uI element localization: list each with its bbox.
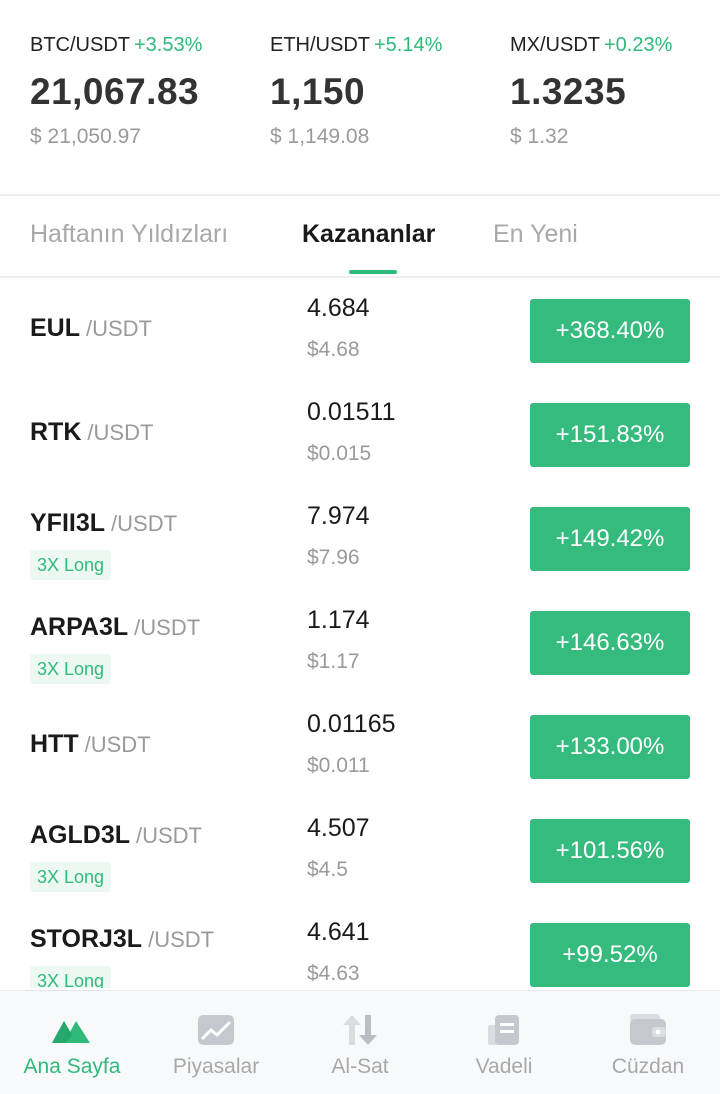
quote-asset: /USDT [87, 420, 154, 445]
pair-symbol: HTT/USDT [30, 730, 151, 759]
list-item[interactable]: AGLD3L/USDT 3X Long 4.507 $4.5 +101.56% [0, 800, 720, 904]
ticker-header: BTC/USDT +3.53% 21,067.83 $ 21,050.97 ETH… [0, 0, 720, 196]
list-item[interactable]: RTK/USDT 0.01511 $0.015 +151.83% [0, 384, 720, 488]
ticker-mx[interactable]: MX/USDT +0.23% 1.3235 $ 1.32 [510, 34, 720, 149]
change-percent-button[interactable]: +149.42% [530, 507, 690, 571]
ticker-change: +3.53% [134, 34, 203, 56]
last-price: 4.507 [307, 814, 370, 842]
list-item[interactable]: HTT/USDT 0.01165 $0.011 +133.00% [0, 696, 720, 800]
base-asset: ARPA3L [30, 613, 129, 641]
home-mountain-icon [52, 1021, 90, 1043]
base-asset: HTT [30, 730, 79, 758]
change-percent-button[interactable]: +101.56% [530, 819, 690, 883]
pair-symbol: ARPA3L/USDT [30, 613, 200, 642]
ticker-usd-price: $ 21,050.97 [30, 125, 141, 148]
ticker-usd-price: $ 1,149.08 [270, 125, 370, 148]
usd-price: $0.011 [307, 754, 370, 777]
ticker-change: +5.14% [374, 34, 443, 56]
usd-price: $4.63 [307, 962, 360, 985]
ticker-usd-price: $ 1.32 [510, 125, 569, 148]
base-asset: STORJ3L [30, 925, 143, 953]
leverage-badge: 3X Long [30, 966, 112, 988]
ticker-price: 1.3235 [510, 71, 627, 112]
tab-weekly-stars[interactable]: Haftanın Yıldızları [30, 220, 228, 249]
active-tab-indicator [349, 270, 397, 274]
tab-gainers[interactable]: Kazananlar [302, 220, 435, 249]
pair-symbol: RTK/USDT [30, 418, 153, 447]
list-item[interactable]: YFII3L/USDT 3X Long 7.974 $7.96 +149.42% [0, 488, 720, 592]
ticker-pair: ETH/USDT [270, 34, 370, 56]
nav-home[interactable]: Ana Sayfa [0, 991, 144, 1094]
usd-price: $7.96 [307, 546, 360, 569]
nav-markets[interactable]: Piyasalar [144, 991, 288, 1094]
quote-asset: /USDT [84, 732, 151, 757]
quote-asset: /USDT [136, 823, 202, 848]
usd-price: $4.5 [307, 858, 348, 881]
base-asset: EUL [30, 314, 80, 342]
last-price: 1.174 [307, 606, 370, 634]
leverage-badge: 3X Long [30, 862, 112, 892]
quote-asset: /USDT [148, 927, 215, 952]
change-percent-button[interactable]: +151.83% [530, 403, 690, 467]
ticker-price: 1,150 [270, 71, 366, 112]
change-percent-button[interactable]: +99.52% [530, 923, 690, 987]
ticker-pair: MX/USDT [510, 34, 600, 56]
list-item[interactable]: EUL/USDT 4.684 $4.68 +368.40% [0, 280, 720, 384]
usd-price: $0.015 [307, 442, 372, 465]
change-percent-button[interactable]: +133.00% [530, 715, 690, 779]
nav-trade[interactable]: Al-Sat [288, 991, 432, 1094]
list-item[interactable]: ARPA3L/USDT 3X Long 1.174 $1.17 +146.63% [0, 592, 720, 696]
ticker-change: +0.23% [604, 34, 673, 56]
futures-document-icon [488, 1015, 519, 1045]
change-percent-button[interactable]: +146.63% [530, 611, 690, 675]
nav-label: Cüzdan [611, 1055, 685, 1078]
nav-wallet[interactable]: Cüzdan [576, 991, 720, 1094]
ticker-eth[interactable]: ETH/USDT +5.14% 1,150 $ 1,149.08 [270, 34, 500, 149]
nav-label: Al-Sat [331, 1055, 389, 1078]
usd-price: $1.17 [307, 650, 360, 673]
base-asset: YFII3L [30, 509, 106, 537]
nav-label: Ana Sayfa [23, 1055, 121, 1078]
leverage-badge: 3X Long [30, 550, 112, 580]
trade-arrows-icon [343, 1015, 377, 1045]
wallet-icon [630, 1014, 666, 1045]
leverage-badge: 3X Long [30, 654, 112, 684]
last-price: 4.684 [307, 294, 370, 322]
bottom-navigation: Ana Sayfa Piyasalar Al-Sat Vadeli Cüzdan [0, 990, 720, 1094]
ticker-btc[interactable]: BTC/USDT +3.53% 21,067.83 $ 21,050.97 [30, 34, 260, 149]
last-price: 7.974 [307, 502, 370, 530]
base-asset: RTK [30, 418, 82, 446]
nav-label: Vadeli [475, 1055, 533, 1078]
pair-symbol: YFII3L/USDT [30, 509, 177, 538]
last-price: 4.641 [307, 918, 370, 946]
pair-symbol: EUL/USDT [30, 314, 152, 343]
nav-label: Piyasalar [172, 1055, 260, 1078]
change-percent-button[interactable]: +368.40% [530, 299, 690, 363]
markets-chart-icon [198, 1015, 234, 1045]
last-price: 0.01165 [307, 710, 396, 738]
quote-asset: /USDT [111, 511, 178, 536]
usd-price: $4.68 [307, 338, 360, 361]
ticker-pair: BTC/USDT [30, 34, 130, 56]
nav-futures[interactable]: Vadeli [432, 991, 576, 1094]
gainers-list: EUL/USDT 4.684 $4.68 +368.40% RTK/USDT 0… [0, 280, 720, 988]
pair-symbol: STORJ3L/USDT [30, 925, 214, 954]
base-asset: AGLD3L [30, 821, 130, 849]
tab-newest[interactable]: En Yeni [493, 220, 578, 249]
last-price: 0.01511 [307, 398, 396, 426]
list-item[interactable]: STORJ3L/USDT 3X Long 4.641 $4.63 +99.52% [0, 904, 720, 988]
pair-symbol: AGLD3L/USDT [30, 821, 202, 850]
ranking-tabs: Haftanın Yıldızları Kazananlar En Yeni [0, 198, 720, 278]
quote-asset: /USDT [86, 316, 152, 341]
ticker-price: 21,067.83 [30, 71, 200, 112]
quote-asset: /USDT [134, 615, 201, 640]
